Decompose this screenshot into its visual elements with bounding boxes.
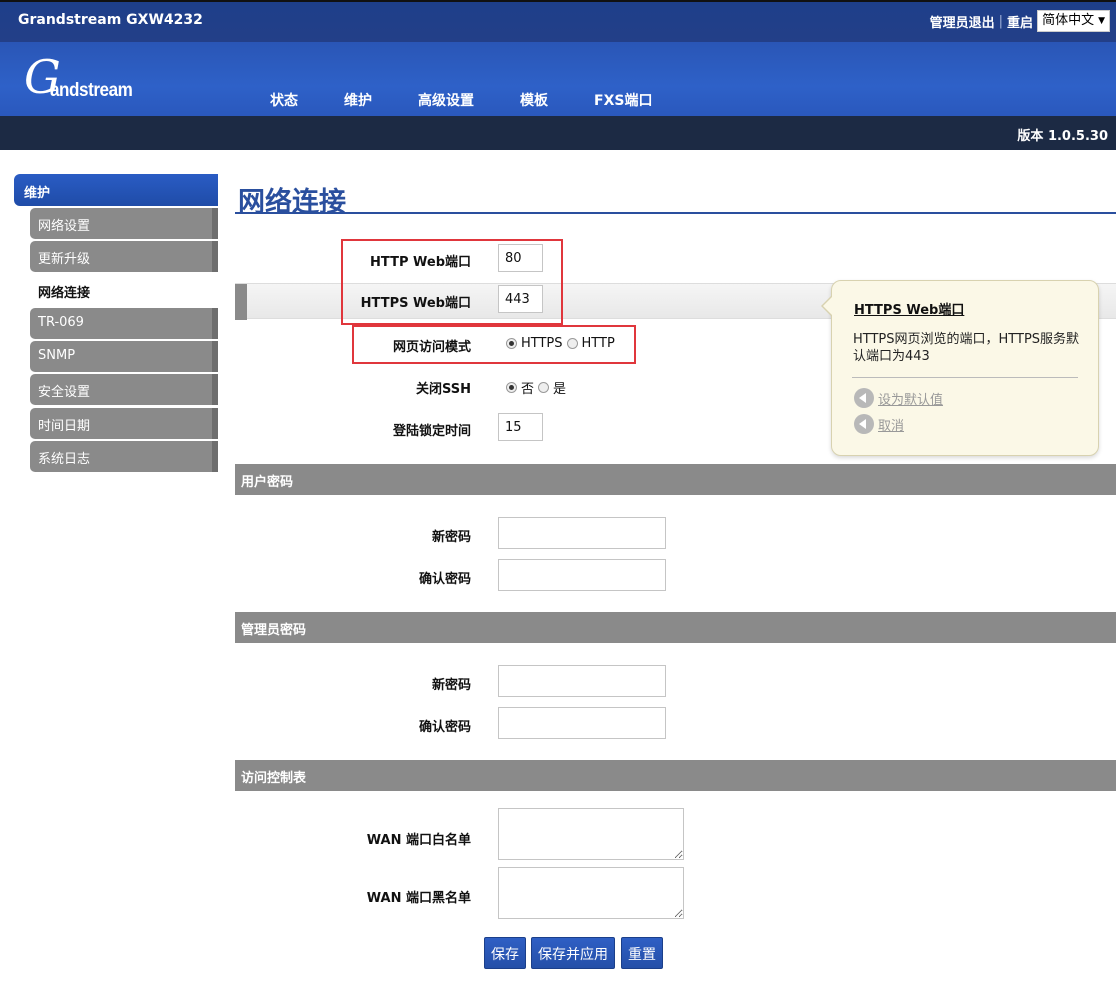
radio-ssh-yes-label: 是 <box>553 382 567 397</box>
grandstream-logo: G andstream <box>20 54 150 108</box>
sidebar-item-security[interactable]: 安全设置 <box>30 374 218 406</box>
help-title: HTTPS Web端口 <box>854 303 965 318</box>
radio-ssh-no-label: 否 <box>521 382 535 397</box>
set-default-label: 设为默认值 <box>878 392 944 408</box>
user-new-password-label: 新密码 <box>431 530 471 545</box>
lock-time-input[interactable] <box>498 413 543 441</box>
sidebar-item-snmp[interactable]: SNMP <box>30 341 218 373</box>
section-access-control: 访问控制表 <box>235 760 1116 791</box>
ssh-label: 关闭SSH <box>415 382 471 397</box>
admin-confirm-password-label: 确认密码 <box>418 720 471 735</box>
radio-ssh-no[interactable] <box>506 382 517 393</box>
top-bar: Grandstream GXW4232 管理员退出 | 重启 简体中文 ▼ <box>0 0 1116 42</box>
arrow-left-circle-icon <box>854 388 874 408</box>
cancel-label: 取消 <box>878 418 905 434</box>
user-confirm-password-label: 确认密码 <box>418 572 471 587</box>
annotation-box-access-mode <box>352 325 636 364</box>
language-value: 简体中文 <box>1042 13 1095 28</box>
reboot-link[interactable]: 重启 <box>1007 12 1033 31</box>
menu-status[interactable]: 状态 <box>270 90 298 110</box>
sidebar: 维护 网络设置 更新升级 网络连接 TR-069 SNMP 安全设置 时间日期 … <box>14 174 218 474</box>
divider: | <box>998 13 1004 29</box>
user-confirm-password-input[interactable] <box>498 559 666 591</box>
help-divider <box>852 377 1078 378</box>
section-user-password: 用户密码 <box>235 464 1116 495</box>
menu-maintenance[interactable]: 维护 <box>344 90 372 110</box>
menu-fxs-ports[interactable]: FXS端口 <box>594 90 652 110</box>
sidebar-item-network-connection[interactable]: 网络连接 <box>30 275 218 306</box>
chevron-down-icon: ▼ <box>1098 16 1105 26</box>
cancel-link[interactable]: 取消 <box>854 414 904 434</box>
wan-blacklist-label: WAN 端口黑名单 <box>366 891 471 906</box>
sidebar-item-upgrade[interactable]: 更新升级 <box>30 241 218 273</box>
sidebar-section-maintenance[interactable]: 维护 <box>14 174 218 206</box>
help-body: HTTPS网页浏览的端口，HTTPS服务默认端口为443 <box>853 332 1080 364</box>
annotation-box-ports <box>341 239 563 325</box>
model-name: Grandstream GXW4232 <box>18 12 203 28</box>
version-text: 版本 1.0.5.30 <box>1017 129 1108 144</box>
sidebar-item-tr069[interactable]: TR-069 <box>30 307 218 339</box>
lock-time-label: 登陆锁定时间 <box>392 424 471 439</box>
nav-bar: G andstream 状态 维护 高级设置 模板 FXS端口 <box>0 42 1116 116</box>
set-default-link[interactable]: 设为默认值 <box>854 388 943 408</box>
wan-whitelist-textarea[interactable] <box>498 808 684 860</box>
version-bar: 版本 1.0.5.30 <box>0 116 1116 150</box>
radio-ssh-yes[interactable] <box>538 382 550 393</box>
ssh-radio-group: 否 是 <box>506 378 566 397</box>
logout-link[interactable]: 管理员退出 <box>930 12 995 31</box>
save-button[interactable]: 保存 <box>484 937 526 969</box>
sidebar-item-date-time[interactable]: 时间日期 <box>30 407 218 439</box>
tooltip-tail-fill <box>823 296 833 316</box>
top-links: 管理员退出 | 重启 简体中文 ▼ <box>930 10 1110 32</box>
sidebar-item-network-settings[interactable]: 网络设置 <box>30 208 218 239</box>
admin-new-password-input[interactable] <box>498 665 666 697</box>
language-select[interactable]: 简体中文 ▼ <box>1037 10 1110 32</box>
user-new-password-input[interactable] <box>498 517 666 549</box>
section-admin-password: 管理员密码 <box>235 612 1116 643</box>
title-divider <box>235 212 1116 214</box>
admin-new-password-label: 新密码 <box>431 678 471 693</box>
help-tooltip: HTTPS Web端口 HTTPS网页浏览的端口，HTTPS服务默认端口为443… <box>821 280 1099 456</box>
admin-confirm-password-input[interactable] <box>498 707 666 739</box>
main-menu: 状态 维护 高级设置 模板 FXS端口 <box>270 90 698 110</box>
arrow-left-circle-icon <box>854 414 874 434</box>
reset-button[interactable]: 重置 <box>621 937 663 969</box>
sidebar-item-syslog[interactable]: 系统日志 <box>30 441 218 473</box>
menu-templates[interactable]: 模板 <box>520 90 548 110</box>
logo-wordmark: andstream <box>50 80 133 101</box>
wan-blacklist-textarea[interactable] <box>498 867 684 919</box>
wan-whitelist-label: WAN 端口白名单 <box>366 833 471 848</box>
menu-advanced-settings[interactable]: 高级设置 <box>418 90 474 110</box>
save-apply-button[interactable]: 保存并应用 <box>531 937 615 969</box>
